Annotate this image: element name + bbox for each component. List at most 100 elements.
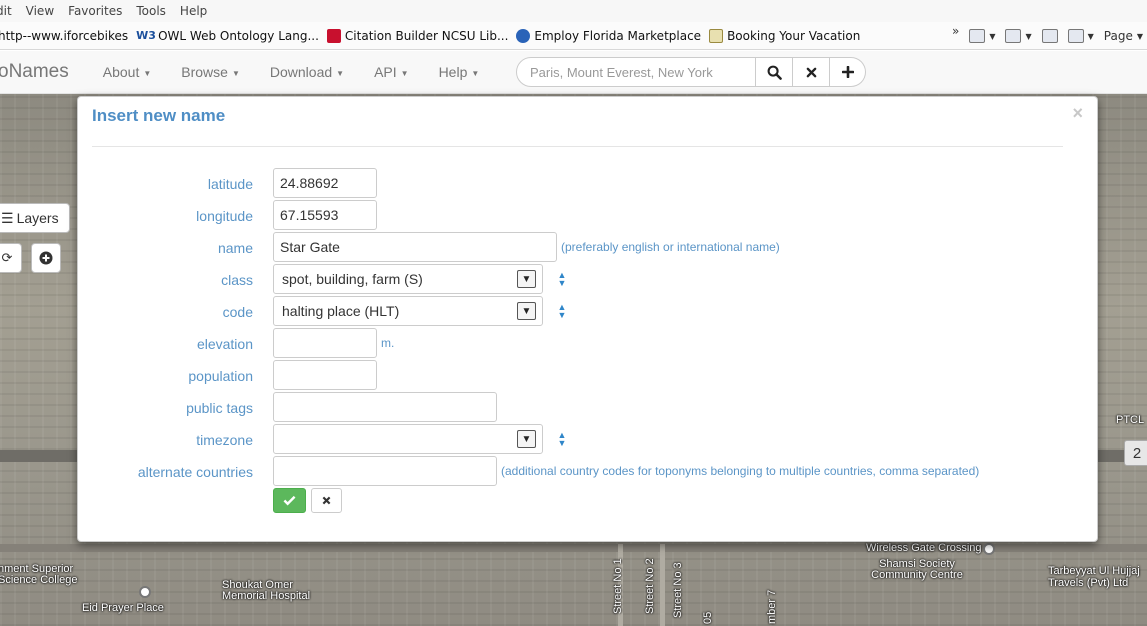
field-label: alternate countries — [137, 464, 253, 480]
sort-icon[interactable]: ▲ ▼ — [556, 270, 568, 288]
site-brand[interactable]: oNames — [0, 61, 69, 83]
field-label: population — [188, 368, 253, 384]
public-tags-input[interactable] — [273, 392, 497, 422]
map-label: mber 7 — [766, 589, 778, 624]
map-label: Street No 3 — [672, 562, 684, 618]
nav-api[interactable]: API ▼ — [374, 64, 409, 80]
insert-name-modal: Insert new name × latitude longitude nam… — [77, 96, 1098, 542]
favorite-iforcebikes[interactable]: http--www.iforcebikes — [0, 29, 128, 43]
elevation-input[interactable] — [273, 328, 377, 358]
menu-view[interactable]: View — [26, 4, 54, 18]
favorites-bar: http--www.iforcebikes W3 OWL Web Ontolog… — [0, 22, 1147, 50]
nav-download[interactable]: Download ▼ — [270, 64, 344, 80]
search-input[interactable] — [516, 57, 756, 87]
chevron-down-icon: ▼ — [989, 31, 996, 41]
population-input[interactable] — [273, 360, 377, 390]
field-label: code — [222, 304, 253, 320]
favorite-employ-florida[interactable]: Employ Florida Marketplace — [516, 28, 702, 43]
favorite-label: Booking Your Vacation — [727, 28, 861, 43]
check-icon — [283, 495, 296, 506]
clear-button[interactable] — [793, 57, 830, 87]
menu-favorites[interactable]: Favorites — [68, 4, 122, 18]
field-label: latitude — [207, 176, 253, 192]
submit-button[interactable] — [273, 488, 306, 513]
caret-down-icon: ▼ — [471, 68, 480, 78]
chevron-down-icon: ▼ — [1087, 31, 1094, 41]
chevron-down-icon: ▼ — [1136, 31, 1143, 41]
menu-tools[interactable]: Tools — [136, 4, 166, 18]
chevron-down-icon: ▼ — [517, 430, 536, 448]
class-select[interactable]: spot, building, farm (S) ▼ — [273, 264, 543, 294]
map-count-badge[interactable]: 2 — [1124, 440, 1147, 466]
layers-button[interactable]: ☰ Layers — [0, 203, 70, 233]
refresh-icon: ⟳ — [1, 250, 13, 265]
caret-down-icon: ▼ — [336, 68, 345, 78]
favorite-label: Citation Builder NCSU Lib... — [344, 28, 509, 43]
print-button[interactable]: ▼ — [1067, 29, 1094, 43]
timezone-select[interactable]: ▼ — [273, 424, 543, 454]
latitude-input[interactable] — [273, 168, 377, 198]
feeds-button[interactable]: ▼ — [1005, 29, 1032, 43]
field-label: timezone — [196, 432, 253, 448]
elevation-unit: m. — [381, 336, 395, 350]
map-label: Shoukat Omer Memorial Hospital — [222, 579, 311, 602]
favorite-booking-vacation[interactable]: Booking Your Vacation — [709, 28, 861, 43]
map-poi-icon[interactable] — [139, 586, 151, 598]
page-icon — [709, 28, 724, 43]
favorite-owl[interactable]: W3 OWL Web Ontology Lang... — [136, 29, 319, 43]
site-navbar: oNames About ▼ Browse ▼ Download ▼ API ▼ Hel… — [0, 51, 1147, 94]
field-label: name — [217, 240, 253, 256]
field-label: class — [221, 272, 253, 288]
map-poi-icon[interactable] — [983, 543, 995, 555]
close-icon[interactable]: × — [1072, 103, 1083, 124]
layers-label: Layers — [16, 210, 59, 226]
nav-browse[interactable]: Browse ▼ — [181, 64, 240, 80]
mail-button[interactable] — [1041, 29, 1058, 43]
map-label: PTCL — [1116, 414, 1145, 426]
map-label: Shamsi Society Community Centre — [871, 558, 963, 581]
nav-label: About — [102, 64, 140, 80]
w3c-icon: W3 — [136, 28, 156, 42]
mail-icon — [1041, 29, 1058, 43]
ncsu-icon — [326, 28, 341, 43]
alternate-countries-hint: (additional country codes for toponyms b… — [501, 464, 980, 478]
favorite-citation-builder[interactable]: Citation Builder NCSU Lib... — [326, 28, 509, 43]
modal-title: Insert new name — [92, 106, 226, 125]
code-select-value: halting place (HLT) — [282, 303, 400, 319]
map-label: Eid Prayer Place — [82, 602, 164, 614]
alternate-countries-input[interactable] — [273, 456, 497, 486]
cancel-button[interactable] — [311, 488, 342, 513]
home-icon — [969, 29, 986, 43]
longitude-input[interactable] — [273, 200, 377, 230]
close-icon — [806, 67, 816, 77]
menu-help[interactable]: Help — [180, 4, 207, 18]
favorite-label: Employ Florida Marketplace — [534, 28, 702, 43]
divider — [92, 146, 1063, 147]
close-icon — [322, 496, 331, 505]
menu-edit[interactable]: dit — [0, 4, 12, 18]
nav-label: API — [374, 64, 397, 80]
refresh-button[interactable]: ⟳ — [0, 243, 22, 273]
chevron-more-icon[interactable]: » — [952, 24, 959, 38]
class-select-value: spot, building, farm (S) — [282, 271, 423, 287]
print-icon — [1067, 29, 1084, 43]
code-select[interactable]: halting place (HLT) ▼ — [273, 296, 543, 326]
rss-icon — [1005, 29, 1022, 43]
field-label: longitude — [196, 208, 253, 224]
add-button[interactable] — [830, 57, 866, 87]
sort-icon[interactable]: ▲ ▼ — [556, 302, 568, 320]
name-input[interactable] — [273, 232, 557, 262]
favorite-label: http--www.iforcebikes — [0, 28, 129, 43]
map-label: Street No 2 — [644, 558, 656, 614]
florida-icon — [516, 28, 531, 43]
caret-down-icon: ▼ — [231, 68, 240, 78]
map-road — [660, 544, 665, 626]
nav-about[interactable]: About ▼ — [103, 64, 152, 80]
sort-icon[interactable]: ▲ ▼ — [556, 430, 568, 448]
zoom-add-button[interactable] — [31, 243, 61, 273]
nav-help[interactable]: Help ▼ — [439, 64, 480, 80]
page-menu-button[interactable]: Page ▼ — [1104, 29, 1143, 43]
home-button[interactable]: ▼ — [969, 29, 995, 43]
map-label: 05 — [702, 611, 714, 624]
search-button[interactable] — [756, 57, 793, 87]
